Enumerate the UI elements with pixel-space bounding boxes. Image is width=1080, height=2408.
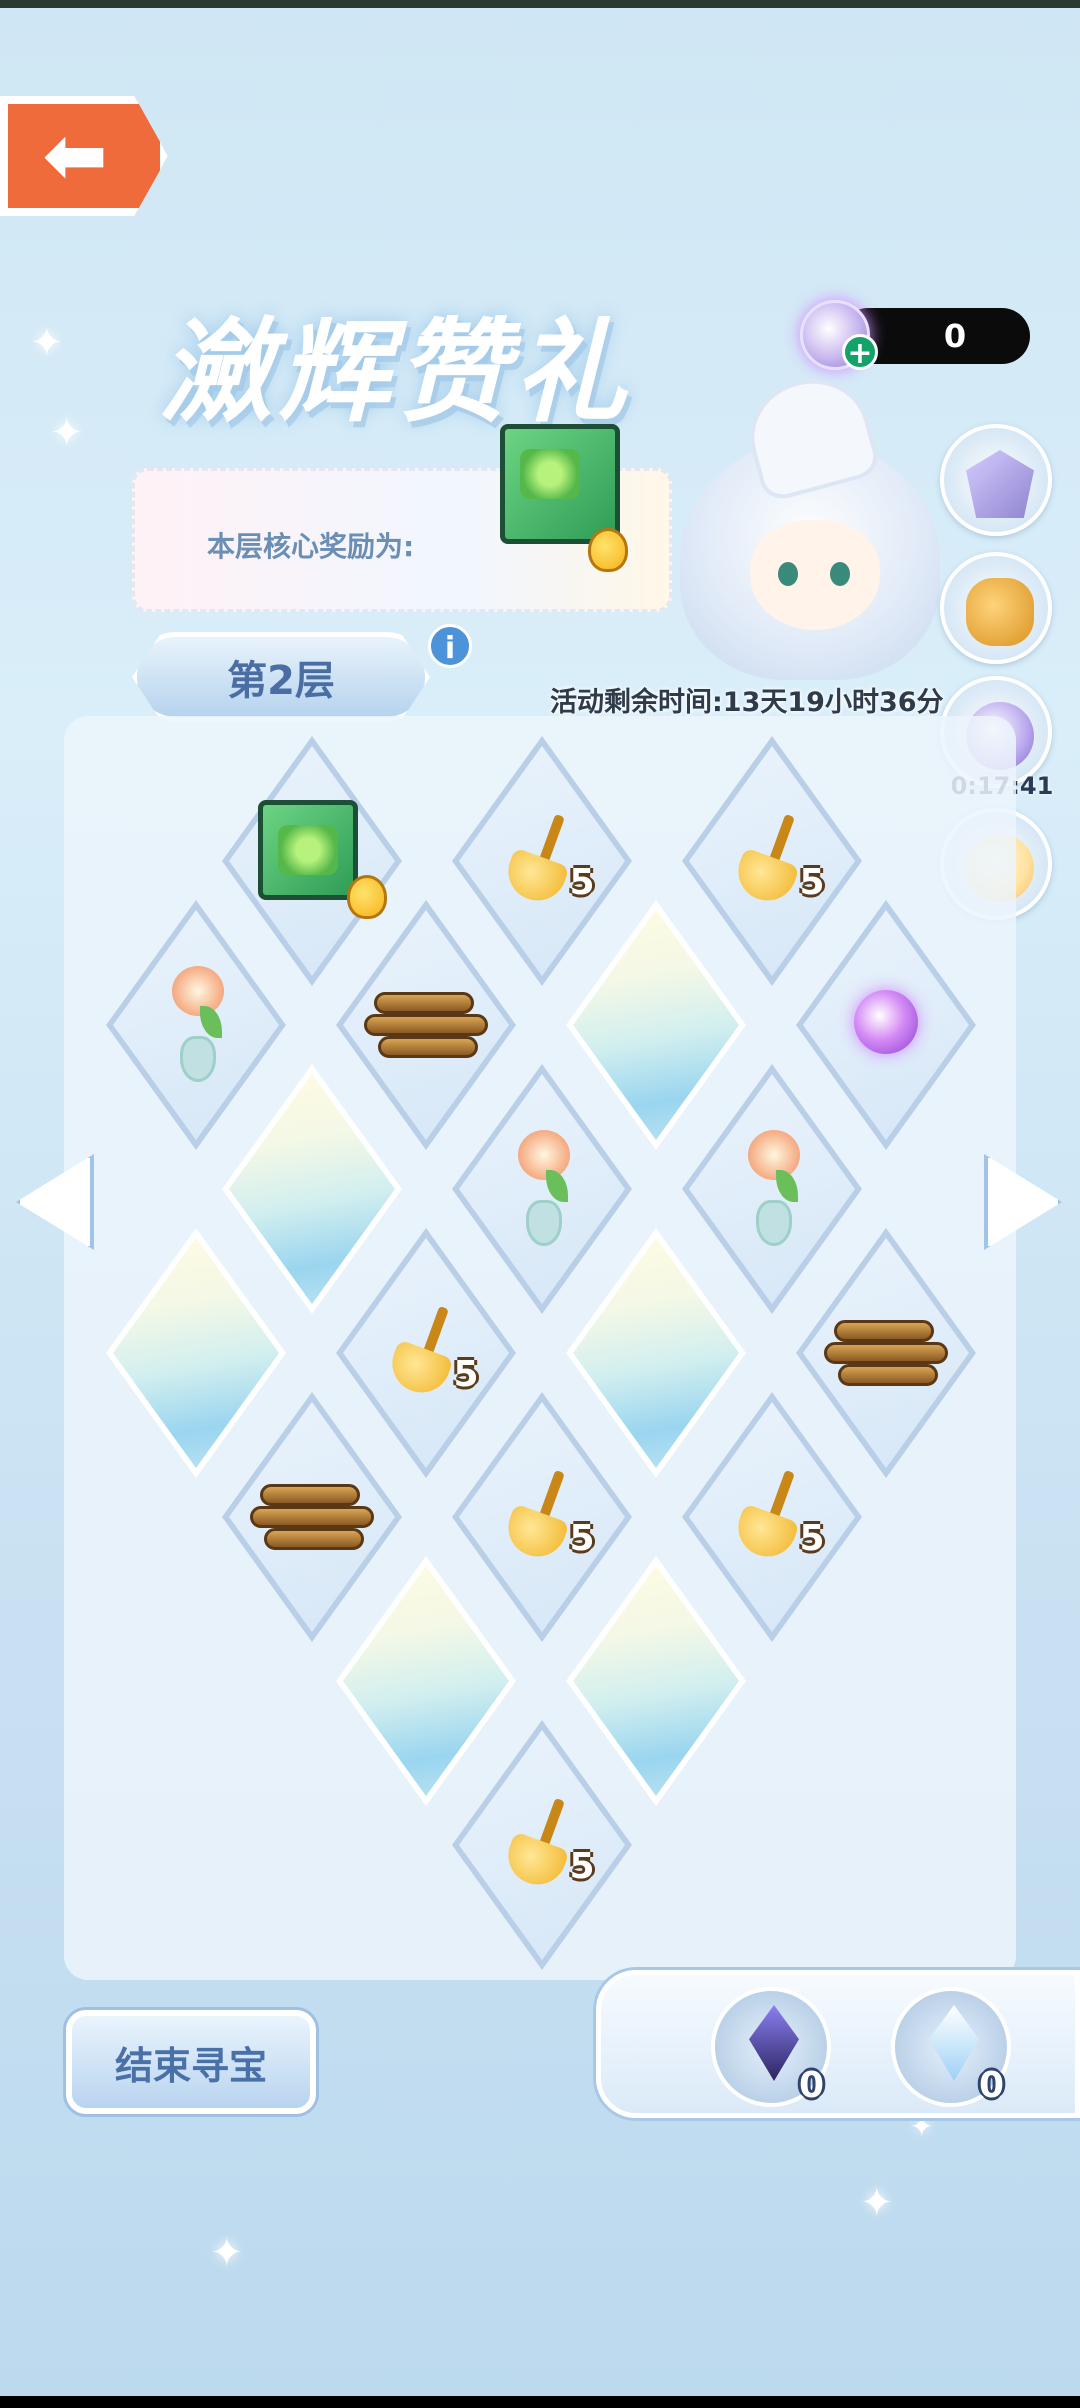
wood-log [264, 1528, 364, 1550]
character-portrait [680, 366, 980, 680]
character-eye [830, 562, 850, 586]
broom-quantity: 5 [569, 1846, 595, 1887]
nav-bar-strip [0, 2396, 1080, 2408]
event-countdown: 活动剩余时间:13天19小时36分 [550, 687, 944, 718]
flower-leaf [776, 1170, 798, 1202]
next-floor-arrow[interactable] [984, 1154, 1062, 1250]
broom-quantity: 5 [453, 1354, 479, 1395]
board-cell[interactable]: 5 [452, 1720, 632, 1970]
broom-icon: 5 [500, 1797, 595, 1893]
broom-bristle [500, 1831, 570, 1893]
dark-crystal-icon [749, 2005, 799, 2081]
flower-bloom [748, 1130, 800, 1180]
crystal-tray: 0 0 [596, 1970, 1080, 2118]
flower-vase [180, 1036, 216, 1082]
character-face [750, 520, 880, 630]
broom-icon: 5 [730, 813, 825, 909]
end-treasure-hunt-button[interactable]: 结束寻宝 [66, 2010, 316, 2114]
sparkle-decoration: ✦ [50, 410, 84, 456]
wood-log [250, 1506, 374, 1528]
broom-quantity: 5 [569, 1518, 595, 1559]
purple-crystal-icon [966, 450, 1034, 518]
page-title: 瀲辉赞礼 [160, 307, 632, 438]
back-arrow-icon: ⬅ [42, 111, 108, 201]
broom-quantity: 5 [799, 1518, 825, 1559]
sparkle-decoration: ✦ [210, 2230, 244, 2276]
green-crate-icon [258, 800, 387, 919]
light-crystal-count: 0 [979, 2065, 1005, 2106]
info-icon[interactable]: i [428, 624, 472, 668]
wood-log [834, 1320, 934, 1342]
side-button-crystal[interactable] [940, 424, 1052, 536]
currency-counter: 0 + [800, 300, 1030, 371]
status-strip [0, 0, 1080, 8]
side-button-treasure[interactable] [940, 552, 1052, 664]
wood-pile-icon [824, 1318, 948, 1392]
wood-log [824, 1342, 948, 1364]
prev-floor-arrow[interactable] [16, 1154, 94, 1250]
wood-pile-icon [250, 1482, 374, 1556]
flower-bloom [172, 966, 224, 1016]
broom-quantity: 5 [569, 862, 595, 903]
back-button[interactable]: ⬅ [0, 96, 168, 216]
sparkle-decoration: ✦ [30, 320, 64, 366]
flower-bloom [518, 1130, 570, 1180]
wood-log [374, 992, 474, 1014]
sparkle-decoration: ✦ [860, 2180, 894, 2226]
wood-log [838, 1364, 938, 1386]
chick-icon [588, 528, 628, 572]
light-crystal-slot[interactable]: 0 [891, 1987, 1011, 2107]
wood-log [260, 1484, 360, 1506]
flower-vase [756, 1200, 792, 1246]
broom-icon: 5 [500, 1469, 595, 1565]
broom-quantity: 5 [799, 862, 825, 903]
core-reward-label: 本层核心奖励为: [207, 530, 415, 563]
flower-vase-icon [166, 966, 230, 1086]
add-currency-button[interactable]: + [842, 334, 878, 371]
broom-icon: 5 [384, 1305, 479, 1401]
broom-icon: 5 [730, 1469, 825, 1565]
character-eye [778, 562, 798, 586]
broom-icon: 5 [500, 813, 595, 909]
golden-treasure-icon [966, 578, 1034, 646]
wood-log [364, 1014, 488, 1036]
dark-crystal-count: 0 [799, 2065, 825, 2106]
flower-leaf [546, 1170, 568, 1202]
green-crate-icon[interactable] [500, 424, 620, 544]
wood-log [378, 1036, 478, 1058]
flower-leaf [200, 1006, 222, 1038]
light-crystal-icon [929, 2005, 979, 2081]
purple-orb-icon [854, 990, 918, 1054]
wood-pile-icon [364, 990, 488, 1064]
floor-tab[interactable]: 第2层 [132, 632, 430, 722]
flower-vase [526, 1200, 562, 1246]
dark-crystal-slot[interactable]: 0 [711, 1987, 831, 2107]
